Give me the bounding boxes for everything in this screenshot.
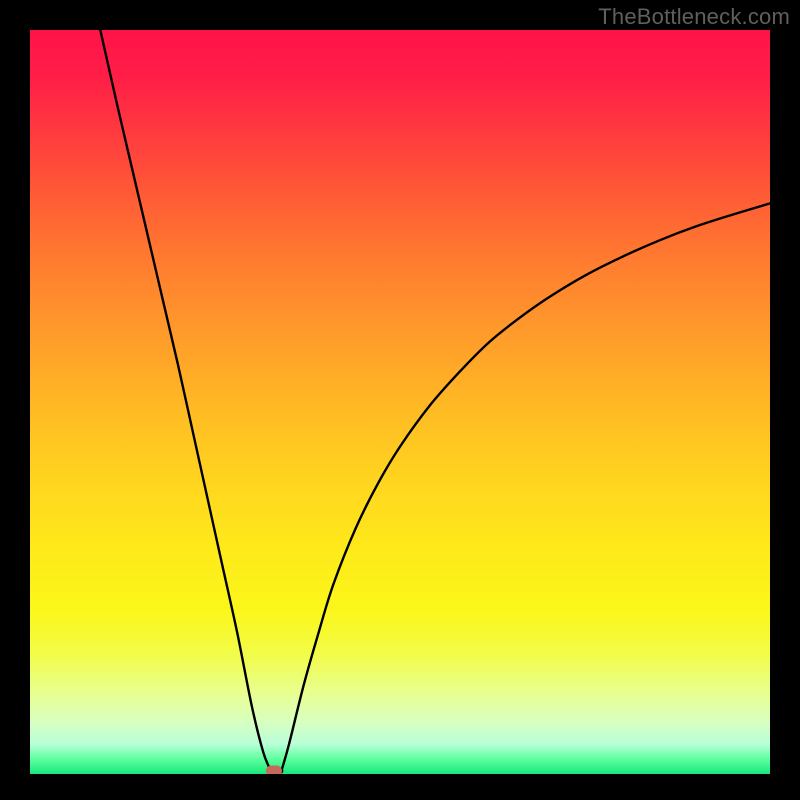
- plot-area: [30, 30, 770, 774]
- optimal-point-marker: [266, 766, 282, 775]
- watermark-text: TheBottleneck.com: [598, 4, 790, 30]
- bottleneck-curve: [100, 30, 770, 772]
- chart-frame: TheBottleneck.com: [0, 0, 800, 800]
- curve-svg: [30, 30, 770, 774]
